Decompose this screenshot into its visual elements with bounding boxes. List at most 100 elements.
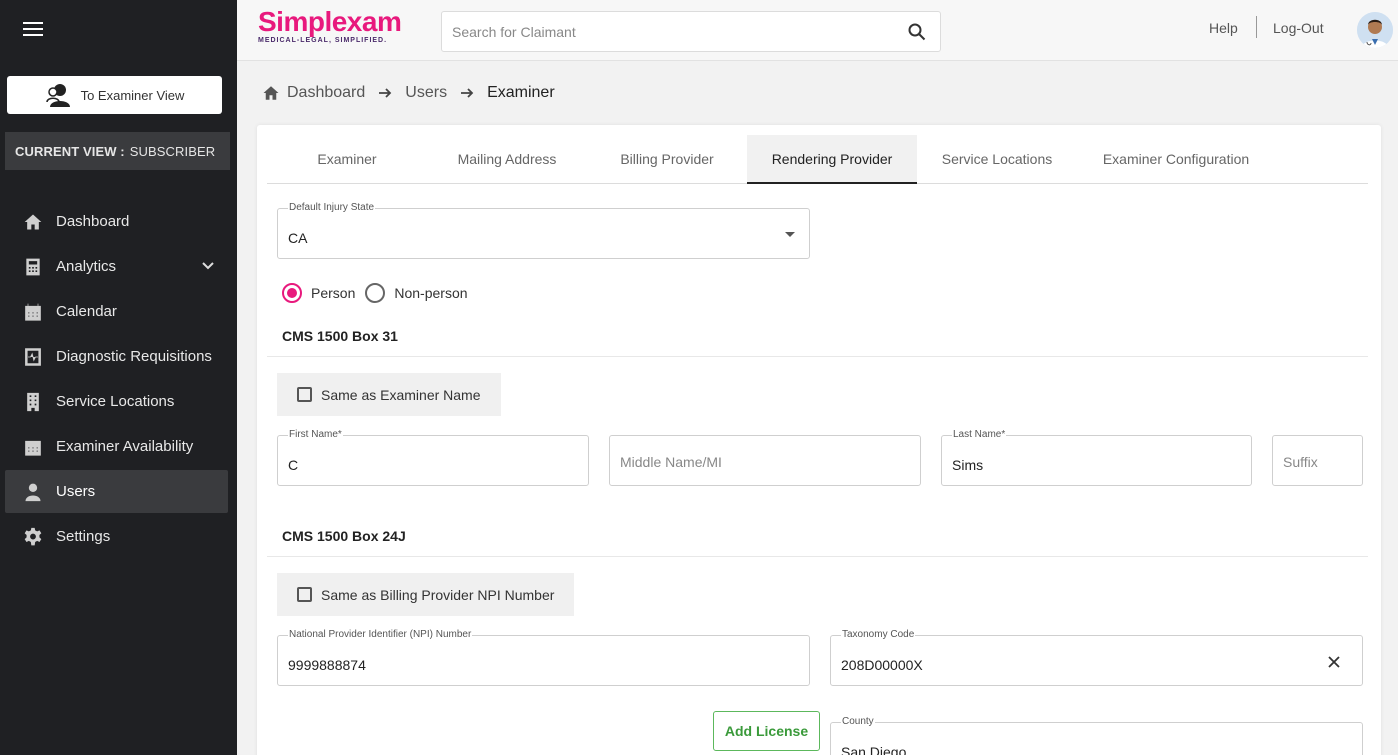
user-icon bbox=[22, 481, 44, 503]
sidebar-item-diagnostic-requisitions[interactable]: Diagnostic Requisitions bbox=[5, 335, 228, 378]
suffix-field[interactable]: Suffix bbox=[1272, 435, 1363, 486]
top-header: Simplexam MEDICAL-LEGAL, SIMPLIFIED. Hel… bbox=[237, 0, 1398, 61]
logout-link[interactable]: Log-Out bbox=[1273, 20, 1324, 36]
breadcrumb: Dashboard Users Examiner bbox=[262, 82, 555, 104]
sidebar-item-settings[interactable]: Settings bbox=[5, 515, 228, 558]
county-value: San Diego bbox=[841, 744, 907, 755]
claimant-search bbox=[441, 11, 941, 52]
sidebar-item-label: Settings bbox=[56, 528, 111, 545]
sidebar-item-calendar[interactable]: Calendar bbox=[5, 290, 228, 333]
arrow-right-icon bbox=[379, 88, 392, 98]
sidebar-nav: Dashboard Analytics Calendar Diagnostic … bbox=[5, 200, 228, 560]
clear-icon[interactable] bbox=[1328, 656, 1340, 668]
sidebar-item-analytics[interactable]: Analytics bbox=[5, 245, 228, 288]
last-name-field[interactable]: Last Name* Sims bbox=[941, 429, 1252, 486]
logo-tagline: MEDICAL-LEGAL, SIMPLIFIED. bbox=[258, 37, 388, 44]
examiner-switch-icon bbox=[45, 84, 70, 107]
taxonomy-code-value: 208D00000X bbox=[841, 657, 923, 673]
first-name-value: C bbox=[288, 457, 299, 473]
checkbox-icon bbox=[297, 387, 312, 402]
avatar[interactable] bbox=[1357, 12, 1393, 48]
doctor-avatar-icon bbox=[1357, 12, 1393, 48]
building-icon bbox=[22, 391, 44, 413]
first-name-label: First Name* bbox=[288, 429, 343, 440]
home-icon bbox=[22, 211, 44, 233]
county-field[interactable]: County San Diego bbox=[830, 716, 1363, 755]
gear-icon bbox=[22, 526, 44, 548]
person-radio[interactable] bbox=[282, 283, 302, 303]
requisition-icon bbox=[22, 346, 44, 368]
taxonomy-code-field[interactable]: Taxonomy Code 208D00000X bbox=[830, 629, 1363, 686]
sidebar-item-label: Analytics bbox=[56, 258, 117, 275]
tab-bar: Examiner Mailing Address Billing Provide… bbox=[267, 135, 1368, 184]
current-view-value: SUBSCRIBER bbox=[129, 143, 216, 159]
npi-number-label: National Provider Identifier (NPI) Numbe… bbox=[288, 629, 473, 640]
person-type-radio-group: Person Non-person bbox=[282, 283, 468, 303]
same-as-billing-npi-checkbox[interactable]: Same as Billing Provider NPI Number bbox=[277, 573, 575, 616]
sidebar-item-label: Dashboard bbox=[56, 213, 130, 230]
dropdown-arrow-icon bbox=[785, 232, 795, 237]
default-injury-state-select[interactable]: Default Injury State CA bbox=[277, 202, 810, 259]
examiner-form-card: Examiner Mailing Address Billing Provide… bbox=[257, 125, 1381, 755]
sidebar-item-label: Diagnostic Requisitions bbox=[56, 348, 212, 365]
last-name-value: Sims bbox=[952, 457, 984, 473]
person-radio-label: Person bbox=[311, 285, 356, 301]
tab-billing-provider[interactable]: Billing Provider bbox=[587, 135, 747, 183]
simplexam-logo[interactable]: Simplexam MEDICAL-LEGAL, SIMPLIFIED. bbox=[258, 8, 428, 48]
to-examiner-view-button[interactable]: To Examiner View bbox=[7, 76, 222, 114]
taxonomy-code-label: Taxonomy Code bbox=[841, 629, 916, 640]
same-as-billing-npi-label: Same as Billing Provider NPI Number bbox=[321, 586, 555, 603]
tab-service-locations[interactable]: Service Locations bbox=[917, 135, 1077, 183]
sidebar-item-label: Service Locations bbox=[56, 393, 175, 410]
first-name-field[interactable]: First Name* C bbox=[277, 429, 589, 486]
default-injury-state-label: Default Injury State bbox=[288, 202, 376, 213]
calendar-check-icon bbox=[22, 436, 44, 458]
non-person-radio[interactable] bbox=[365, 283, 386, 303]
sidebar-item-label: Calendar bbox=[56, 303, 117, 320]
search-input[interactable] bbox=[442, 12, 882, 51]
tab-examiner-configuration[interactable]: Examiner Configuration bbox=[1077, 135, 1275, 183]
middle-name-field[interactable]: Middle Name/MI bbox=[609, 435, 921, 486]
calculator-icon bbox=[22, 256, 44, 278]
county-label: County bbox=[841, 716, 875, 727]
sidebar-item-service-locations[interactable]: Service Locations bbox=[5, 380, 228, 423]
tab-examiner[interactable]: Examiner bbox=[267, 135, 427, 183]
same-as-examiner-checkbox[interactable]: Same as Examiner Name bbox=[277, 373, 501, 416]
current-view-label: CURRENT VIEW : bbox=[15, 143, 125, 159]
tab-rendering-provider[interactable]: Rendering Provider bbox=[747, 135, 917, 184]
help-link[interactable]: Help bbox=[1209, 20, 1238, 36]
sidebar-item-users[interactable]: Users bbox=[5, 470, 228, 513]
chevron-down-icon[interactable] bbox=[202, 260, 214, 272]
box31-title: CMS 1500 Box 31 bbox=[282, 328, 398, 344]
npi-number-field[interactable]: National Provider Identifier (NPI) Numbe… bbox=[277, 629, 810, 686]
tab-mailing-address[interactable]: Mailing Address bbox=[427, 135, 587, 183]
box24j-title: CMS 1500 Box 24J bbox=[282, 528, 406, 544]
section-divider bbox=[267, 556, 1368, 557]
sidebar-item-label: Examiner Availability bbox=[56, 438, 194, 455]
breadcrumb-users[interactable]: Users bbox=[405, 84, 447, 102]
to-examiner-view-label: To Examiner View bbox=[80, 87, 185, 103]
last-name-label: Last Name* bbox=[952, 429, 1007, 440]
sidebar-item-dashboard[interactable]: Dashboard bbox=[5, 200, 228, 243]
arrow-right-icon bbox=[461, 88, 474, 98]
sidebar-item-examiner-availability[interactable]: Examiner Availability bbox=[5, 425, 228, 468]
home-icon[interactable] bbox=[262, 84, 280, 102]
sidebar-item-label: Users bbox=[56, 483, 96, 500]
default-injury-state-value: CA bbox=[288, 230, 308, 246]
npi-number-value: 9999888874 bbox=[288, 657, 366, 673]
suffix-placeholder: Suffix bbox=[1283, 454, 1318, 470]
middle-name-placeholder: Middle Name/MI bbox=[620, 454, 722, 470]
menu-icon[interactable] bbox=[23, 22, 43, 36]
section-divider bbox=[267, 356, 1368, 357]
sidebar: To Examiner View CURRENT VIEW : SUBSCRIB… bbox=[0, 0, 237, 755]
add-license-button[interactable]: Add License bbox=[713, 711, 820, 751]
current-view-banner: CURRENT VIEW : SUBSCRIBER bbox=[5, 132, 230, 170]
search-icon[interactable] bbox=[908, 23, 926, 41]
header-divider bbox=[1256, 16, 1257, 38]
calendar-icon bbox=[22, 301, 44, 323]
checkbox-icon bbox=[297, 587, 312, 602]
logo-wordmark: Simplexam bbox=[258, 6, 402, 37]
same-as-examiner-label: Same as Examiner Name bbox=[321, 386, 481, 403]
breadcrumb-examiner: Examiner bbox=[487, 84, 555, 101]
breadcrumb-dashboard[interactable]: Dashboard bbox=[287, 84, 365, 102]
